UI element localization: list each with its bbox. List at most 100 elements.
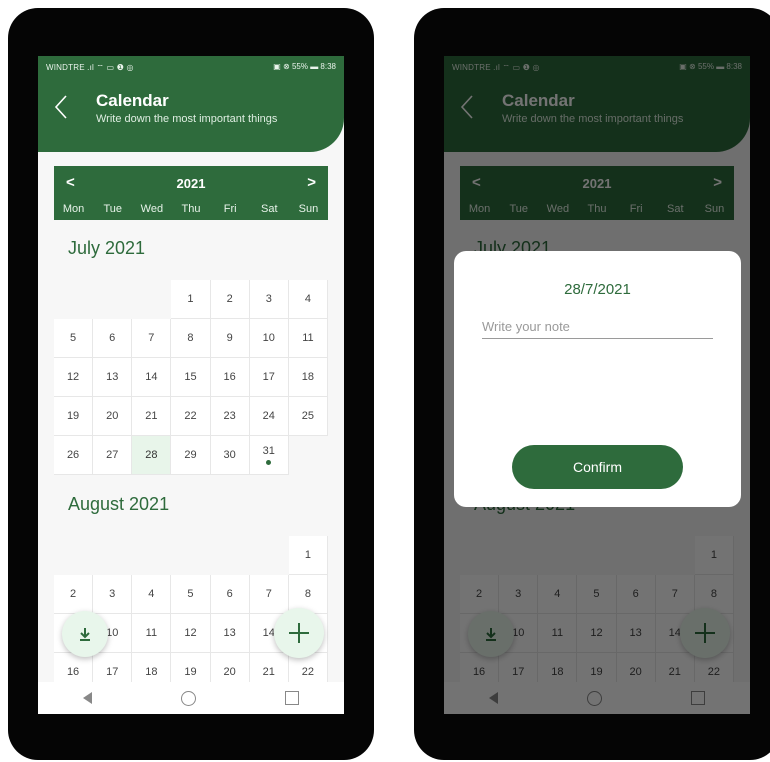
day-number: 22 — [301, 666, 315, 678]
day-number: 9 — [226, 332, 233, 344]
day-number: 30 — [223, 449, 236, 461]
phone-frame-left: WINDTRE .ıl ⌔ ▭ ❶ ◎ ▣ ⊗ 55% ▬ 8:38 Calen… — [8, 8, 374, 760]
day-number: 7 — [148, 332, 155, 344]
day-number: 24 — [262, 410, 275, 422]
day-cell[interactable]: 24 — [249, 397, 289, 436]
weekday-label: Mon — [62, 203, 85, 215]
year-bar: < 2021 > Mon Tue Wed Thu Fri Sat Sun — [54, 166, 328, 220]
day-number: 13 — [106, 371, 119, 383]
day-cell[interactable]: 6 — [210, 575, 250, 614]
day-cell[interactable]: 27 — [93, 436, 133, 475]
day-number: 12 — [184, 627, 197, 639]
day-number: 3 — [265, 293, 272, 305]
day-cell[interactable]: 12 — [54, 358, 94, 397]
day-cell[interactable]: 12 — [171, 614, 211, 653]
year-label: 2021 — [176, 176, 206, 191]
day-cell[interactable]: 2 — [210, 280, 250, 319]
empty-day-cell — [171, 536, 210, 575]
day-number: 20 — [223, 666, 236, 678]
day-cell[interactable]: 15 — [171, 358, 211, 397]
day-number: 11 — [145, 627, 158, 639]
day-cell[interactable]: 7 — [249, 575, 289, 614]
day-cell[interactable]: 4 — [288, 280, 328, 319]
day-cell[interactable]: 1 — [288, 536, 328, 575]
day-cell[interactable]: 8 — [171, 319, 211, 358]
day-cell[interactable]: 13 — [210, 614, 250, 653]
next-year-button[interactable]: > — [307, 174, 316, 191]
day-number: 29 — [184, 449, 197, 461]
day-cell[interactable]: 26 — [54, 436, 94, 475]
day-cell[interactable]: 19 — [54, 397, 94, 436]
day-cell[interactable]: 2 — [54, 575, 94, 614]
day-number: 8 — [304, 588, 311, 600]
day-cell[interactable]: 10 — [249, 319, 289, 358]
day-cell[interactable]: 23 — [210, 397, 250, 436]
day-cell[interactable]: 25 — [288, 397, 328, 436]
day-cell[interactable]: 31 — [249, 436, 289, 475]
day-cell[interactable]: 3 — [93, 575, 133, 614]
day-cell[interactable]: 3 — [249, 280, 289, 319]
day-cell[interactable]: 4 — [132, 575, 172, 614]
day-number: 18 — [145, 666, 158, 678]
empty-day-cell — [250, 536, 289, 575]
day-number: 15 — [184, 371, 197, 383]
day-number: 10 — [262, 332, 275, 344]
system-nav-bar — [38, 682, 344, 714]
day-number: 31 — [262, 445, 275, 457]
day-cell[interactable]: 14 — [132, 358, 172, 397]
day-cell[interactable]: 11 — [288, 319, 328, 358]
weekday-label: Sun — [298, 203, 319, 215]
download-icon — [80, 628, 90, 641]
empty-day-cell — [211, 536, 250, 575]
nav-home-icon[interactable] — [180, 690, 196, 706]
weekday-label: Sat — [261, 203, 278, 215]
day-cell[interactable]: 16 — [210, 358, 250, 397]
day-number: 6 — [109, 332, 116, 344]
day-cell[interactable]: 30 — [210, 436, 250, 475]
day-cell[interactable]: 6 — [93, 319, 133, 358]
note-input[interactable] — [482, 317, 713, 339]
day-number: 14 — [145, 371, 158, 383]
status-right: ▣ ⊗ 55% ▬ 8:38 — [273, 62, 336, 71]
day-cell[interactable]: 9 — [210, 319, 250, 358]
day-cell[interactable]: 7 — [132, 319, 172, 358]
day-cell[interactable]: 21 — [132, 397, 172, 436]
month-title-august: August 2021 — [68, 494, 170, 514]
day-number: 22 — [184, 410, 197, 422]
day-cell[interactable]: 29 — [171, 436, 211, 475]
month-title-july: July 2021 — [68, 238, 146, 258]
month-grid-july: 1234567891011121314151617181920212223242… — [54, 280, 328, 475]
day-number: 13 — [223, 627, 236, 639]
day-cell[interactable]: 5 — [171, 575, 211, 614]
day-number: 19 — [184, 666, 197, 678]
day-cell[interactable]: 20 — [93, 397, 133, 436]
day-number: 3 — [109, 588, 116, 600]
day-cell[interactable]: 1 — [171, 280, 211, 319]
phone-frame-right: WINDTRE .ıl ⌔ ▭ ❶ ◎ ▣ ⊗ 55% ▬ 8:38 Calen… — [414, 8, 770, 760]
day-number: 18 — [301, 371, 315, 383]
dialog-date: 28/7/2021 — [564, 281, 631, 298]
back-chevron-icon[interactable] — [52, 94, 70, 120]
day-number: 27 — [106, 449, 119, 461]
nav-recent-icon[interactable] — [285, 691, 300, 705]
day-cell[interactable]: 11 — [132, 614, 172, 653]
empty-day-cell — [54, 280, 93, 319]
day-cell[interactable]: 17 — [249, 358, 289, 397]
confirm-button[interactable]: Confirm — [512, 445, 683, 489]
day-cell[interactable]: 22 — [171, 397, 211, 436]
day-cell[interactable]: 13 — [93, 358, 133, 397]
day-number: 8 — [187, 332, 194, 344]
day-cell[interactable]: 28 — [132, 436, 172, 475]
day-cell[interactable]: 5 — [54, 319, 94, 358]
download-fab[interactable] — [62, 611, 108, 657]
day-number: 25 — [301, 410, 315, 422]
day-number: 11 — [302, 332, 314, 344]
day-cell[interactable]: 18 — [288, 358, 328, 397]
nav-back-icon[interactable] — [82, 692, 92, 704]
status-left: WINDTRE .ıl ⌔ ▭ ❶ ◎ — [46, 63, 134, 72]
day-number: 5 — [187, 588, 194, 600]
calendar-screen: WINDTRE .ıl ⌔ ▭ ❶ ◎ ▣ ⊗ 55% ▬ 8:38 Calen… — [38, 56, 344, 714]
empty-day-cell — [54, 536, 93, 575]
day-number: 7 — [265, 588, 272, 600]
add-note-fab[interactable] — [274, 608, 324, 658]
